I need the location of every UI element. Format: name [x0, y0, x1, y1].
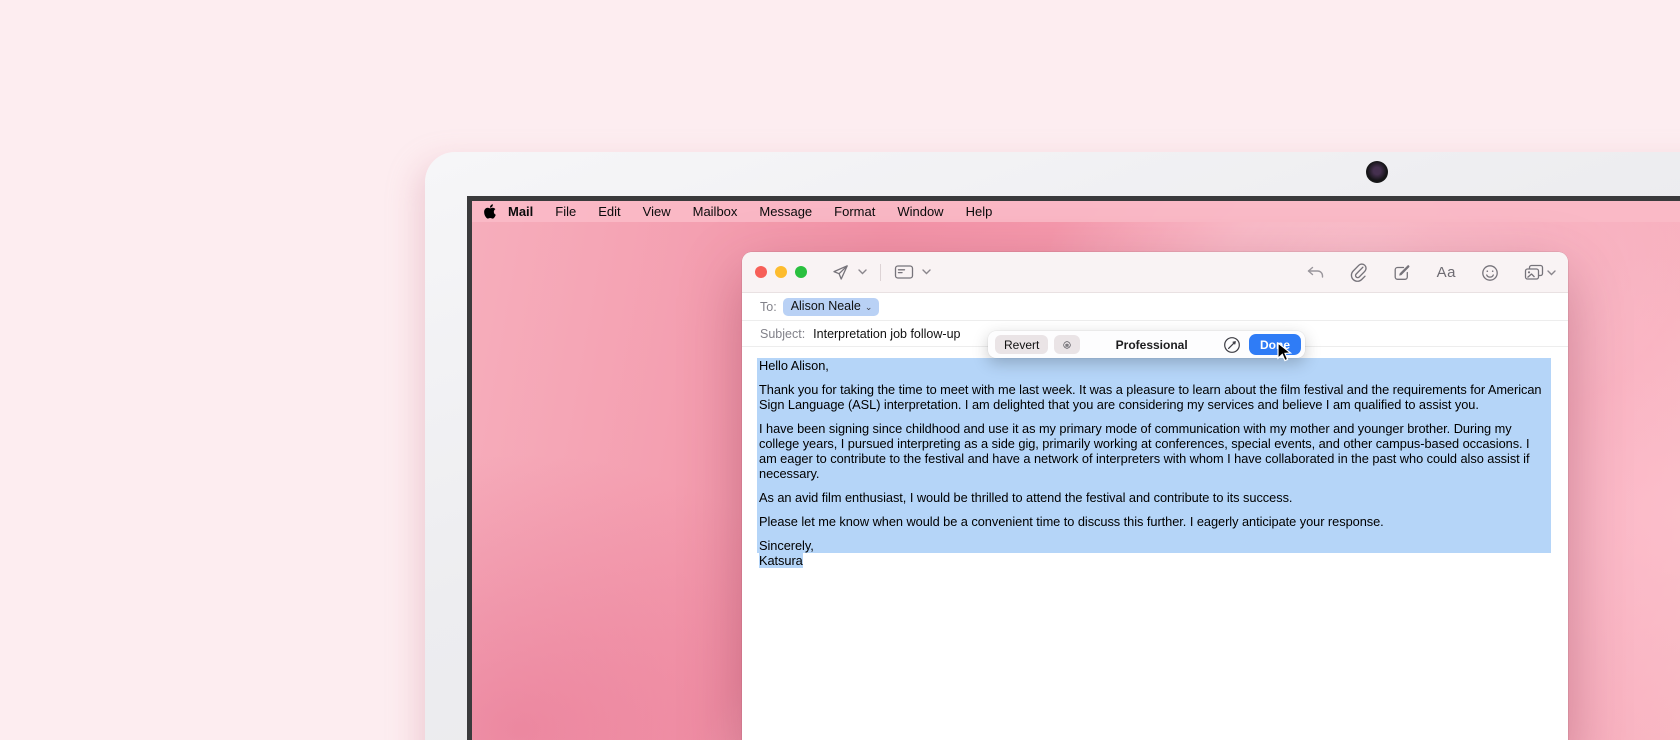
body-paragraph: Please let me know when would be a conve…: [759, 514, 1543, 529]
apple-menu-icon[interactable]: [484, 204, 497, 219]
message-body[interactable]: Hello Alison, Thank you for taking the t…: [742, 347, 1568, 568]
done-button[interactable]: Done: [1249, 334, 1301, 355]
writing-tools-bar: Revert Professional Done: [988, 331, 1305, 358]
menu-edit[interactable]: Edit: [587, 204, 631, 219]
to-row[interactable]: To: Alison Neale ⌄: [742, 293, 1568, 321]
emoji-icon[interactable]: [1481, 264, 1499, 282]
recipient-pill[interactable]: Alison Neale ⌄: [783, 298, 880, 316]
signature-name: Katsura: [759, 553, 803, 568]
close-button[interactable]: [755, 266, 767, 278]
window-controls: [755, 266, 807, 278]
send-options-chevron-icon[interactable]: [858, 269, 867, 275]
subject-value[interactable]: Interpretation job follow-up: [813, 327, 960, 341]
mouse-cursor: [1277, 342, 1292, 368]
menu-format[interactable]: Format: [823, 204, 886, 219]
compose-window: Aa To: Alison Neale ⌄ Subject: Interpret…: [742, 252, 1568, 740]
attach-icon[interactable]: [1350, 263, 1368, 282]
menu-view[interactable]: View: [632, 204, 682, 219]
undo-icon[interactable]: [1306, 265, 1325, 281]
recipient-chevron-icon[interactable]: ⌄: [865, 302, 873, 313]
body-paragraph: Thank you for taking the time to meet wi…: [759, 382, 1543, 412]
signature-closing: Sincerely,: [759, 538, 1543, 553]
style-label: Professional: [1080, 338, 1223, 352]
menu-help[interactable]: Help: [955, 204, 1004, 219]
revert-button[interactable]: Revert: [995, 335, 1048, 354]
body-paragraph: I have been signing since childhood and …: [759, 421, 1543, 481]
compose-toolbar: Aa: [742, 252, 1568, 293]
body-paragraph: As an avid film enthusiast, I would be t…: [759, 490, 1543, 505]
body-paragraph: Hello Alison,: [759, 358, 1543, 373]
writing-tools-summary-icon[interactable]: [1054, 335, 1080, 354]
photos-chevron-icon[interactable]: [1547, 270, 1556, 276]
subject-label: Subject:: [760, 327, 805, 341]
header-fields-icon[interactable]: [894, 264, 914, 280]
toolbar-separator: [880, 264, 881, 281]
menu-bar: Mail File Edit View Mailbox Message Form…: [472, 201, 1680, 222]
send-icon[interactable]: [831, 263, 850, 282]
selected-text-block: Hello Alison, Thank you for taking the t…: [757, 358, 1551, 553]
menu-file[interactable]: File: [544, 204, 587, 219]
format-icon[interactable]: Aa: [1437, 264, 1456, 281]
menu-window[interactable]: Window: [886, 204, 954, 219]
header-fields-chevron-icon[interactable]: [922, 269, 931, 275]
markup-icon[interactable]: [1393, 264, 1412, 282]
photos-icon[interactable]: [1524, 264, 1544, 281]
menu-mail[interactable]: Mail: [497, 204, 544, 219]
menu-message[interactable]: Message: [748, 204, 823, 219]
minimize-button[interactable]: [775, 266, 787, 278]
imac-camera: [1366, 161, 1388, 183]
menu-mailbox[interactable]: Mailbox: [682, 204, 749, 219]
zoom-button[interactable]: [795, 266, 807, 278]
rewrite-icon[interactable]: [1223, 336, 1241, 354]
to-label: To:: [760, 300, 777, 314]
recipient-name: Alison Neale: [791, 299, 861, 313]
